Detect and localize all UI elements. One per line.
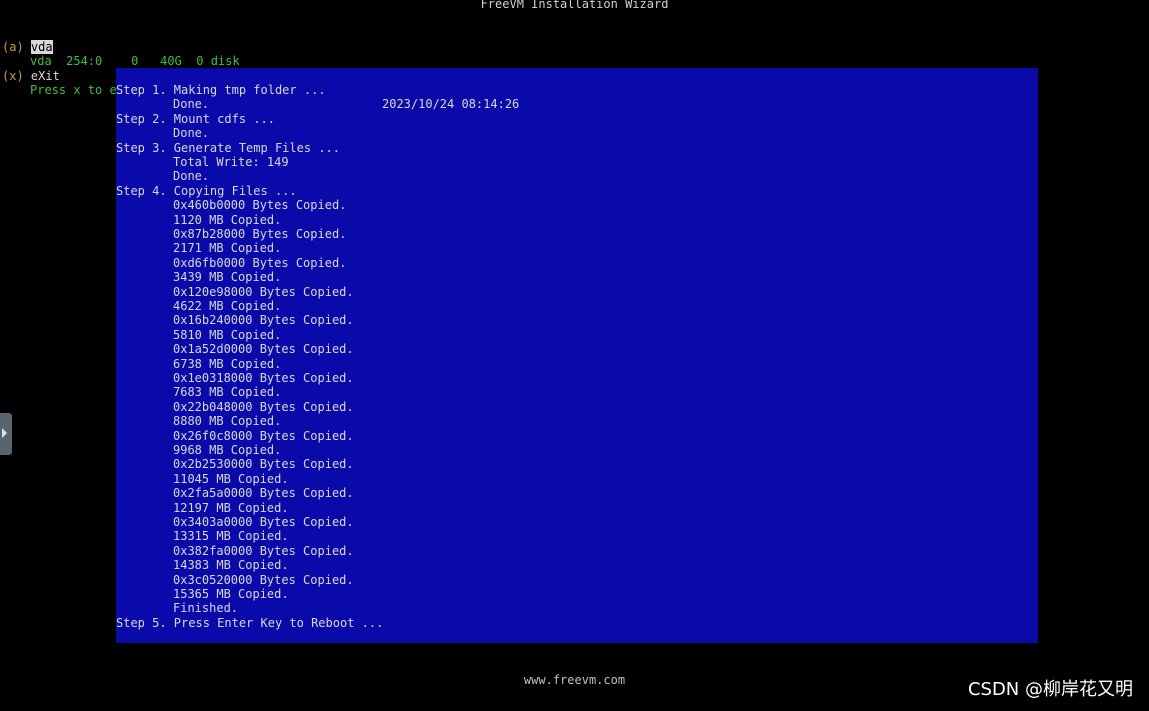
log-line-text: 0x1e0318000 Bytes Copied. (173, 371, 354, 385)
log-line-text: 0x460b0000 Bytes Copied. (173, 198, 347, 213)
log-line: 0x22b048000 Bytes Copied. (173, 400, 354, 414)
log-line: 2171 MB Copied. (173, 241, 281, 255)
log-line-text: 8880 MB Copied. (173, 414, 282, 429)
log-line-text: 0x26f0c8000 Bytes Copied. (173, 428, 354, 443)
log-line-text: Done. (173, 97, 210, 112)
log-line-text: 0x382fa0000 Bytes Copied. (173, 543, 354, 558)
log-line-text: 0xd6fb0000 Bytes Copied. (173, 255, 347, 270)
log-line: 14383 MB Copied. (173, 558, 289, 572)
menu-item-exit-label: eXit (30, 69, 60, 83)
log-line-text: 0x87b28000 Bytes Copied. (173, 227, 347, 241)
log-line-text: Total Write: 149 (173, 155, 289, 169)
menu-item-exit[interactable]: (x) eXit (2, 69, 60, 83)
log-line: 8880 MB Copied. (173, 414, 281, 428)
log-line-text: 5810 MB Copied. (173, 327, 282, 342)
log-line-text: Step 4. Copying Files ... (116, 183, 297, 198)
log-line: 6738 MB Copied. (173, 357, 281, 371)
log-line: Step 3. Generate Temp Files ... (116, 141, 340, 155)
log-line: 0x87b28000 Bytes Copied. (173, 227, 346, 241)
window-title: FreeVM Installation Wizard (480, 0, 669, 11)
log-line: 0x26f0c8000 Bytes Copied. (173, 429, 354, 443)
log-line-text: 6738 MB Copied. (173, 356, 282, 371)
log-line: 0x2fa5a0000 Bytes Copied. (173, 486, 354, 500)
menu-item-disk-label: vda (30, 40, 53, 54)
disk-type: disk (210, 54, 240, 68)
log-line: 11045 MB Copied. (173, 472, 289, 486)
log-line: Done. (173, 126, 209, 140)
log-line: Total Write: 149 (173, 155, 289, 169)
log-line-text: 0x16b240000 Bytes Copied. (173, 313, 354, 328)
log-line: 0x120e98000 Bytes Copied. (173, 285, 354, 299)
log-line: 0x16b240000 Bytes Copied. (173, 313, 354, 327)
log-line-text: 4622 MB Copied. (173, 299, 282, 313)
expand-arrow-icon (2, 428, 7, 438)
log-line: 0x460b0000 Bytes Copied. (173, 198, 346, 212)
log-line: 0x1a52d0000 Bytes Copied. (173, 342, 354, 356)
log-line: 0x1e0318000 Bytes Copied. (173, 371, 354, 385)
log-line: 0x382fa0000 Bytes Copied. (173, 544, 354, 558)
log-line-text: 0x1a52d0000 Bytes Copied. (173, 342, 354, 357)
side-panel-handle[interactable] (0, 413, 12, 455)
menu-key-a: (a) (2, 40, 24, 54)
disk-info-row: vda 254:0 0 40G 0 disk (30, 54, 240, 68)
log-line: 4622 MB Copied. (173, 299, 281, 313)
log-line: 0x3c0520000 Bytes Copied. (173, 573, 354, 587)
disk-size: 40G (160, 54, 182, 68)
disk-rm: 0 (131, 54, 139, 68)
menu-key-x: (x) (2, 69, 24, 83)
log-line: Step 2. Mount cdfs ... (116, 112, 275, 126)
log-line: 12197 MB Copied. (173, 501, 289, 515)
log-line-text: Step 1. Making tmp folder ... (116, 83, 326, 97)
log-line-text: Step 5. Press Enter Key to Reboot ... (116, 615, 384, 630)
log-line-text: Step 2. Mount cdfs ... (116, 111, 275, 126)
log-line-text: Step 3. Generate Temp Files ... (116, 140, 340, 155)
disk-ro: 0 (196, 54, 204, 68)
log-line-text: 1120 MB Copied. (173, 212, 282, 227)
log-line: 5810 MB Copied. (173, 328, 281, 342)
disk-name: vda (30, 54, 52, 68)
log-line: 9968 MB Copied. (173, 443, 281, 457)
log-line-text: 0x3c0520000 Bytes Copied. (173, 572, 354, 587)
log-line: Step 5. Press Enter Key to Reboot ... (116, 616, 383, 630)
log-line-text: 2171 MB Copied. (173, 241, 282, 256)
log-line-text: 9968 MB Copied. (173, 443, 282, 457)
log-line-text: 0x2b2530000 Bytes Copied. (173, 457, 354, 472)
log-line-text: 12197 MB Copied. (173, 500, 289, 515)
log-line: Done. 2023/10/24 08:14:26 (173, 97, 519, 112)
log-line-text: 0x3403a0000 Bytes Copied. (173, 515, 354, 529)
log-line-text: 0x120e98000 Bytes Copied. (173, 284, 354, 299)
log-line: 13315 MB Copied. (173, 529, 289, 543)
menu-item-disk[interactable]: (a) vda (2, 40, 53, 54)
log-line-text: 11045 MB Copied. (173, 471, 289, 486)
log-line-text: 0x2fa5a0000 Bytes Copied. (173, 486, 354, 501)
log-timestamp: 2023/10/24 08:14:26 (382, 97, 520, 112)
log-line: 0x3403a0000 Bytes Copied. (173, 515, 354, 529)
log-line: 15365 MB Copied. (173, 587, 289, 601)
log-line: Finished. (173, 601, 238, 615)
menu-hint: Press x to e (30, 83, 117, 97)
log-line-text: 3439 MB Copied. (173, 270, 282, 285)
log-line: 1120 MB Copied. (173, 213, 281, 227)
disk-majmin: 254:0 (66, 54, 103, 68)
log-line-text: 13315 MB Copied. (173, 529, 289, 544)
log-line-text: 7683 MB Copied. (173, 385, 282, 400)
log-line-text: 14383 MB Copied. (173, 558, 289, 573)
log-line: 3439 MB Copied. (173, 270, 281, 284)
log-line-text: Finished. (173, 601, 239, 616)
log-line: 0x2b2530000 Bytes Copied. (173, 457, 354, 471)
log-line-text: Done. (173, 126, 210, 141)
log-line-text: 15365 MB Copied. (173, 587, 289, 601)
log-line-text: 0x22b048000 Bytes Copied. (173, 399, 354, 414)
log-line: Step 1. Making tmp folder ... (116, 83, 326, 97)
watermark: CSDN @柳岸花又明 (967, 679, 1133, 700)
log-line: Done. (173, 169, 209, 183)
log-line-text: Done. (173, 169, 210, 184)
install-log-dialog: Step 1. Making tmp folder ... Done. 2023/1… (116, 68, 1038, 643)
log-line: 0xd6fb0000 Bytes Copied. (173, 256, 346, 270)
log-line: Step 4. Copying Files ... (116, 184, 297, 198)
log-line: 7683 MB Copied. (173, 385, 281, 399)
